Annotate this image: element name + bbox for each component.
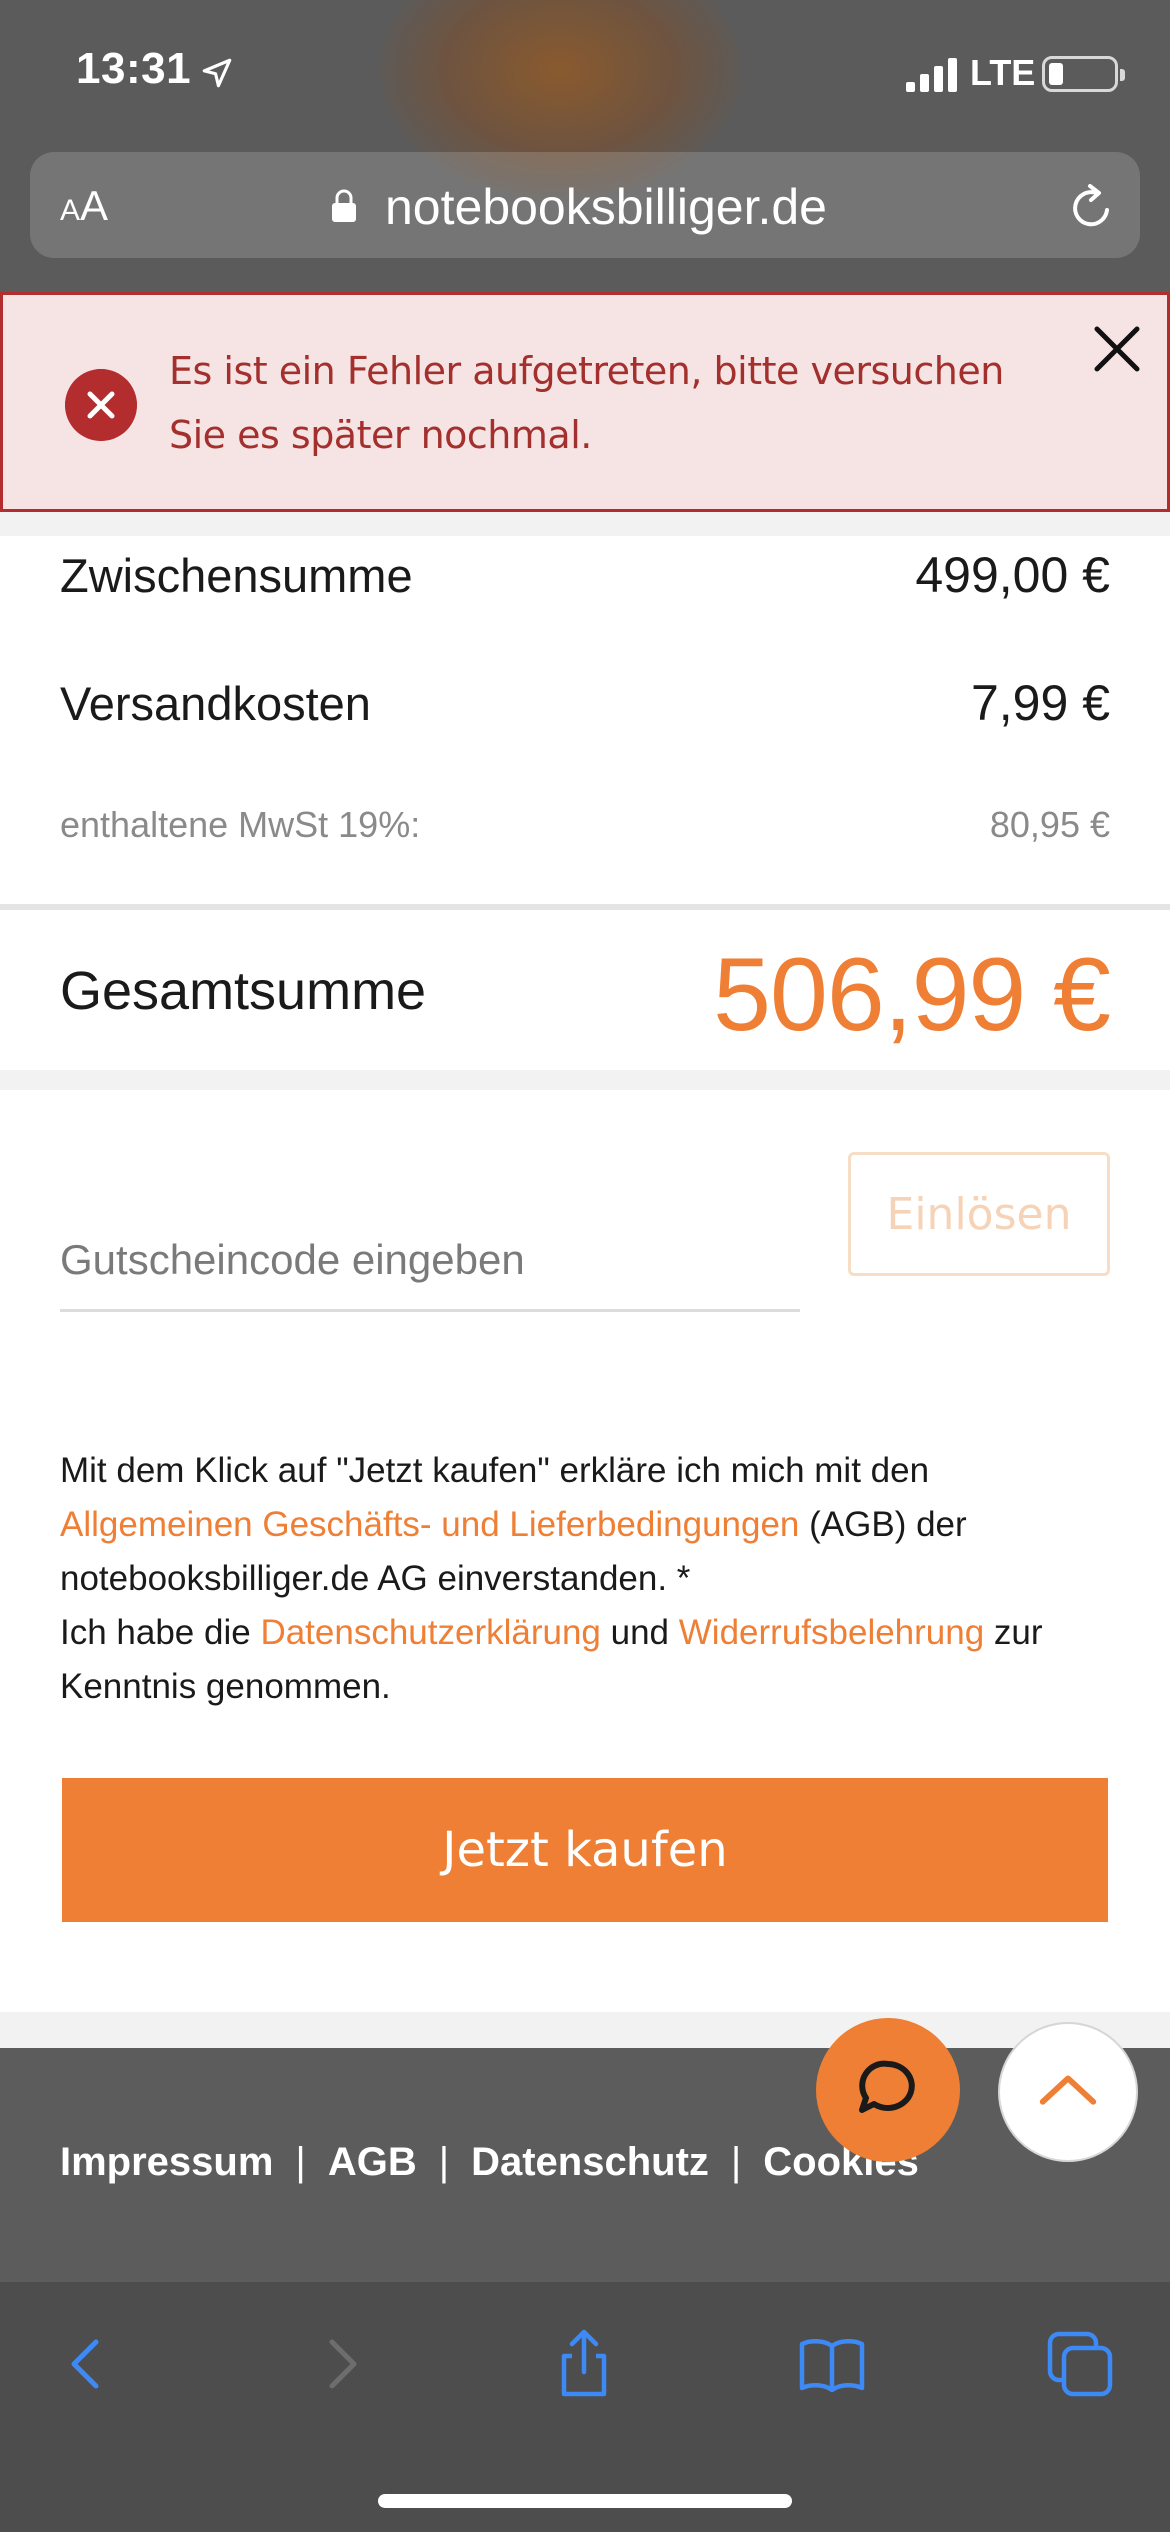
footer-separator: | <box>295 2140 306 2184</box>
privacy-link[interactable]: Datenschutzerklärung <box>260 1613 600 1652</box>
withdrawal-link[interactable]: Widerrufsbelehrung <box>679 1613 984 1652</box>
error-banner: Es ist ein Fehler aufgetreten, bitte ver… <box>0 292 1170 512</box>
footer-separator: | <box>438 2140 450 2184</box>
total-row: Gesamtsumme 506,99 € <box>0 910 1170 1070</box>
footer-link-agb[interactable]: AGB <box>328 2140 417 2185</box>
signal-bars-icon <box>906 58 957 92</box>
error-message: Es ist ein Fehler aufgetreten, bitte ver… <box>169 349 1004 457</box>
close-icon[interactable] <box>1087 319 1147 379</box>
chevron-up-icon <box>1039 2075 1097 2105</box>
url-text[interactable]: notebooksbilliger.de <box>385 178 827 236</box>
shipping-row: Versandkosten 7,99 € <box>60 674 1110 732</box>
site-footer: Impressum | AGB | Datenschutz | Cookies <box>0 2048 1170 2282</box>
share-icon[interactable] <box>548 2328 620 2400</box>
status-time: 13:31 <box>76 44 192 93</box>
footer-separator: | <box>730 2140 742 2184</box>
chat-bubble-icon <box>859 2060 915 2113</box>
browser-toolbar <box>0 2282 1170 2532</box>
footer-link-datenschutz[interactable]: Datenschutz <box>471 2140 709 2185</box>
location-arrow-icon <box>202 58 232 88</box>
total-value: 506,99 € <box>713 937 1111 1053</box>
back-icon[interactable] <box>52 2328 124 2400</box>
buy-now-button[interactable]: Jetzt kaufen <box>62 1778 1108 1922</box>
text-size-button[interactable]: AA <box>60 182 108 230</box>
order-summary: Zwischensumme 499,00 € Versandkosten 7,9… <box>0 536 1170 904</box>
subtotal-row: Zwischensumme 499,00 € <box>60 546 1110 604</box>
footer-link-impressum[interactable]: Impressum <box>60 2140 273 2185</box>
scroll-top-button[interactable] <box>998 2022 1138 2162</box>
error-circle-x-icon <box>65 369 137 441</box>
agb-link[interactable]: Allgemeinen Geschäfts- und Lieferbedingu… <box>60 1505 799 1544</box>
vat-label: enthaltene MwSt 19%: <box>60 804 421 845</box>
subtotal-label: Zwischensumme <box>60 549 413 602</box>
redeem-button[interactable]: Einlösen <box>848 1152 1110 1276</box>
network-label: LTE <box>970 52 1036 93</box>
bookmarks-icon[interactable] <box>796 2328 868 2400</box>
chat-button[interactable] <box>816 2018 960 2162</box>
coupon-input[interactable] <box>60 1210 800 1312</box>
checkout-form: Einlösen Mit dem Klick auf "Jetzt kaufen… <box>0 1090 1170 2012</box>
battery-low-icon <box>1042 56 1125 92</box>
vat-value: 80,95 € <box>989 804 1110 845</box>
shipping-value: 7,99 € <box>970 675 1110 731</box>
legal-text: Mit dem Klick auf "Jetzt kaufen" erkläre… <box>60 1451 1043 1706</box>
shipping-label: Versandkosten <box>60 677 371 730</box>
home-indicator <box>378 2494 792 2508</box>
total-label: Gesamtsumme <box>60 961 427 1021</box>
address-bar[interactable]: AA notebooksbilliger.de <box>30 152 1140 258</box>
forward-icon[interactable] <box>304 2328 376 2400</box>
reload-icon[interactable] <box>1066 182 1118 234</box>
subtotal-value: 499,00 € <box>915 547 1110 603</box>
tabs-icon[interactable] <box>1044 2328 1116 2400</box>
top-chrome: 13:31 LTE AA notebooksbilliger.de <box>0 0 1170 292</box>
lock-icon <box>332 189 356 222</box>
vat-row: enthaltene MwSt 19%: 80,95 € <box>60 804 1110 846</box>
footer-links: Impressum | AGB | Datenschutz | Cookies <box>60 2140 919 2185</box>
